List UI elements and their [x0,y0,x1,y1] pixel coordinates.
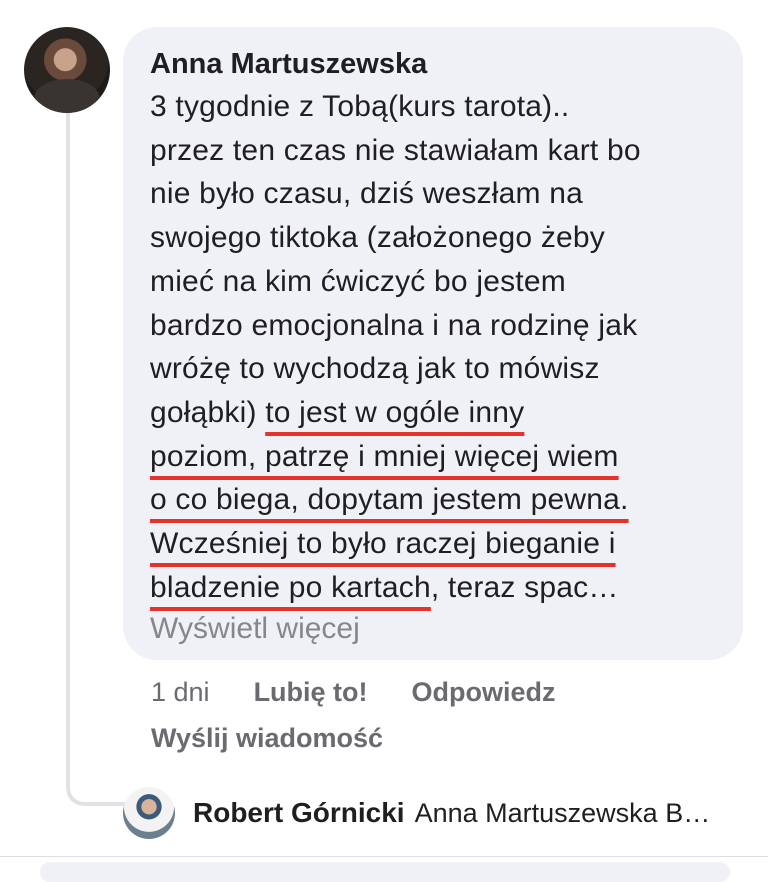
reply-author[interactable]: Robert Górnicki [193,797,405,829]
comment-text: 3 tygodnie z Tobą(kurs tarota).. przez t… [150,85,717,609]
comment-line: o co biega, dopytam jestem pewna. [150,478,717,522]
comment-line: swojego tiktoka (założonego żeby [150,221,605,255]
comment-time: 1 dni [151,676,210,707]
underlined-text: bladzenie po kartach [150,570,431,604]
comment-line: mieć na kim ćwiczyć bo jestem [150,264,566,298]
underlined-text: poziom, patrzę i mniej więcej wiem [150,439,619,473]
comment-line: gołąbki) to jest w ogóle inny [150,391,717,435]
avatar[interactable] [24,27,110,113]
next-comment-bubble [40,862,730,882]
underlined-text: to jest w ogóle inny [265,395,525,429]
send-message-button[interactable]: Wyślij wiadomość [151,718,600,758]
comment-line: nie było czasu, dziś weszłam na [150,177,584,211]
comment-actions: 1 dni Lubię to! Odpowiedz Wyślij wiadomo… [151,672,600,758]
comment-line: wróżę to wychodzą jak to mówisz [150,352,600,386]
reply-avatar[interactable] [123,787,175,839]
reply-text: Anna Martuszewska B… [414,797,711,828]
reply-preview[interactable]: Robert Górnicki Anna Martuszewska B… [123,787,710,839]
see-more-link[interactable]: Wyświetl więcej [150,609,717,649]
comment-line: przez ten czas nie stawiałam kart bo [150,133,641,167]
comment-line: bladzenie po kartach, teraz spac… [150,566,717,610]
comment-bubble: Anna Martuszewska 3 tygodnie z Tobą(kurs… [123,27,743,660]
divider [0,856,768,857]
comment-text-plain: gołąbki) [150,395,266,429]
comment-line: poziom, patrzę i mniej więcej wiem [150,435,717,479]
comment-line: bardzo emocjonalna i na rodzinę jak [150,308,638,342]
reply-button[interactable]: Odpowiedz [412,677,556,708]
comment-line: 3 tygodnie z Tobą(kurs tarota).. [150,90,570,123]
underlined-text: o co biega, dopytam jestem pewna. [150,483,629,517]
comment-author[interactable]: Anna Martuszewska [150,45,717,83]
like-button[interactable]: Lubię to! [254,677,368,708]
comment-text-plain: , teraz spac… [430,570,619,604]
comment-line: Wcześniej to było raczej bieganie i [150,522,717,566]
underlined-text: Wcześniej to było raczej bieganie i [150,527,616,561]
